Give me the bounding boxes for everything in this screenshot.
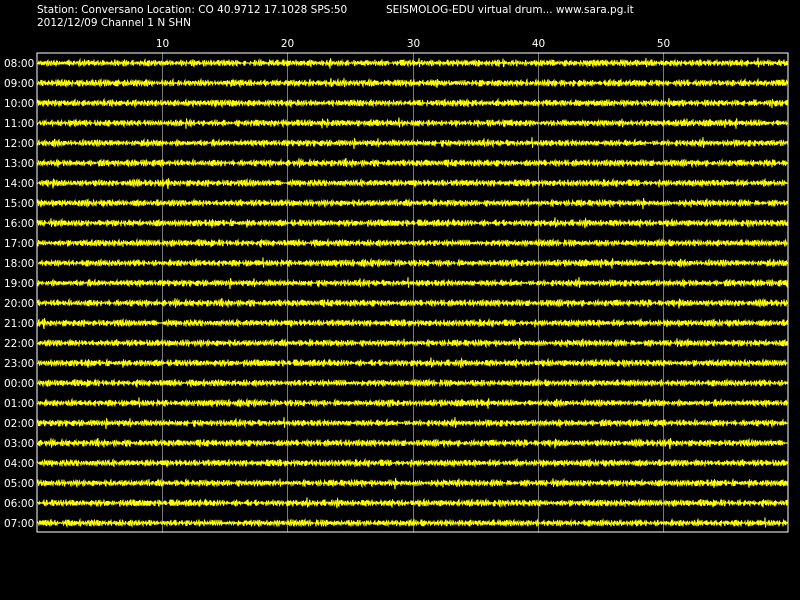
hour-label-2100: 21:00 bbox=[4, 318, 34, 330]
trace-2300 bbox=[37, 356, 788, 369]
trace-1400 bbox=[37, 177, 788, 190]
hour-label-0000: 00:00 bbox=[4, 378, 34, 390]
trace-2200 bbox=[37, 337, 788, 350]
hour-label-0400: 04:00 bbox=[4, 458, 34, 470]
hour-label-1000: 10:00 bbox=[4, 98, 34, 110]
trace-2100 bbox=[37, 317, 788, 330]
trace-1900 bbox=[37, 277, 788, 290]
trace-2000 bbox=[37, 297, 788, 309]
hour-label-0200: 02:00 bbox=[4, 418, 34, 430]
x-tick-label-30: 30 bbox=[407, 38, 420, 50]
trace-0500 bbox=[37, 477, 788, 490]
hour-labels: 08:00 09:00 10:00 11:00 12:00 13:00 14:00 15:00… bbox=[4, 58, 34, 530]
hour-label-1100: 11:00 bbox=[4, 118, 34, 130]
hour-label-0800: 08:00 bbox=[4, 58, 34, 70]
hour-label-0100: 01:00 bbox=[4, 398, 34, 410]
hour-label-1500: 15:00 bbox=[4, 198, 34, 210]
hour-label-0700: 07:00 bbox=[4, 518, 34, 530]
x-tick-label-10: 10 bbox=[156, 38, 169, 50]
hour-label-2300: 23:00 bbox=[4, 358, 34, 370]
hour-label-2000: 20:00 bbox=[4, 298, 34, 310]
trace-0900 bbox=[37, 77, 788, 89]
trace-0000 bbox=[37, 377, 788, 388]
hour-label-1700: 17:00 bbox=[4, 238, 34, 250]
trace-1500 bbox=[37, 197, 788, 210]
x-tick-label-20: 20 bbox=[281, 38, 294, 50]
trace-0400 bbox=[37, 457, 788, 469]
trace-1300 bbox=[37, 157, 788, 169]
hour-label-1400: 14:00 bbox=[4, 178, 34, 190]
trace-0200 bbox=[37, 417, 788, 430]
hour-label-1800: 18:00 bbox=[4, 258, 34, 270]
seismogram-drum: 10 20 30 40 50 08:00 09:00 10:00 11:00 12:00 13:0… bbox=[4, 38, 789, 533]
hour-label-0900: 09:00 bbox=[4, 78, 34, 90]
trace-1100 bbox=[37, 117, 788, 129]
trace-0100 bbox=[37, 397, 788, 409]
hour-label-1900: 19:00 bbox=[4, 278, 34, 290]
trace-0300 bbox=[37, 437, 788, 450]
trace-0800 bbox=[37, 57, 788, 69]
x-tick-labels: 10 20 30 40 50 bbox=[156, 38, 670, 50]
hour-label-0500: 05:00 bbox=[4, 478, 34, 490]
hour-label-1200: 12:00 bbox=[4, 138, 34, 150]
trace-1600 bbox=[37, 216, 788, 229]
trace-1800 bbox=[38, 257, 788, 269]
hour-label-1600: 16:00 bbox=[4, 218, 34, 230]
trace-group bbox=[37, 57, 788, 528]
hour-label-0300: 03:00 bbox=[4, 438, 34, 450]
trace-0700 bbox=[37, 517, 788, 528]
trace-0600 bbox=[37, 496, 788, 509]
x-tick-label-40: 40 bbox=[532, 38, 545, 50]
hour-label-1300: 13:00 bbox=[4, 158, 34, 170]
hour-label-2200: 22:00 bbox=[4, 338, 34, 350]
x-tick-label-50: 50 bbox=[657, 38, 670, 50]
trace-1200 bbox=[37, 137, 788, 150]
trace-1700 bbox=[37, 237, 788, 248]
hour-label-0600: 06:00 bbox=[4, 498, 34, 510]
trace-1000 bbox=[37, 97, 788, 109]
